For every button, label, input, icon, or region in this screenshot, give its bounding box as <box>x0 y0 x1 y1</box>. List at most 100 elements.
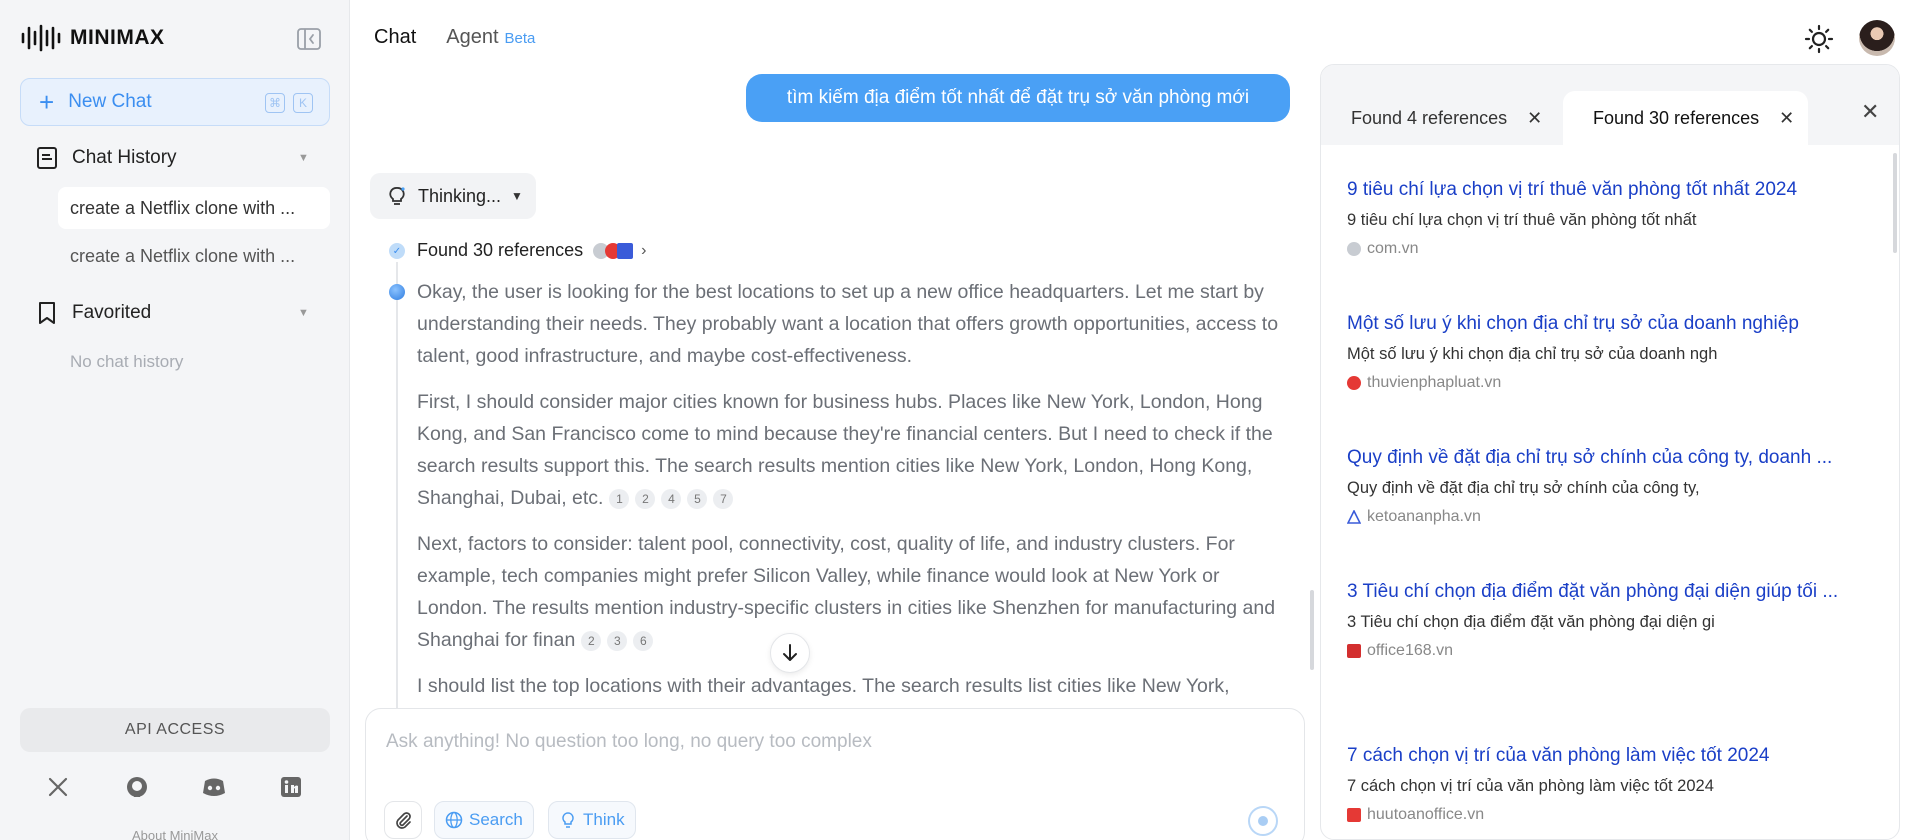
references-tabs: Found 4 references ✕ Found 30 references… <box>1321 65 1899 145</box>
new-chat-label: New Chat <box>68 91 152 112</box>
history-item[interactable]: create a Netflix clone with ... <box>58 235 330 277</box>
citation-badge[interactable]: 4 <box>661 488 682 509</box>
attach-button[interactable] <box>384 801 422 839</box>
x-icon[interactable] <box>43 772 73 802</box>
thinking-paragraph: Okay, the user is looking for the best l… <box>417 281 1279 367</box>
references-scrollbar[interactable] <box>1893 153 1897 253</box>
close-tab-icon[interactable]: ✕ <box>1779 108 1794 129</box>
reference-source: ketoananpha.vn <box>1346 508 1877 526</box>
reference-title-link[interactable]: Quy định về đặt địa chỉ trụ sở chính của… <box>1347 443 1877 473</box>
favicon-icon <box>1346 509 1362 524</box>
reference-title-link[interactable]: 3 Tiêu chí chọn địa điểm đặt văn phòng đ… <box>1347 577 1877 607</box>
reference-title-link[interactable]: 7 cách chọn vị trí của văn phòng làm việ… <box>1347 741 1877 771</box>
linkedin-icon[interactable] <box>276 772 306 802</box>
citation-badge[interactable]: 2 <box>635 488 656 509</box>
reference-item[interactable]: Một số lưu ý khi chọn địa chỉ trụ sở của… <box>1347 309 1877 392</box>
sidebar: MINIMAX + New Chat ⌘ K Chat History ▼ cr… <box>0 0 350 840</box>
theme-toggle-sun-icon[interactable] <box>1804 24 1834 54</box>
tab-references-4[interactable]: Found 4 references ✕ <box>1321 91 1556 145</box>
reference-item[interactable]: 7 cách chọn vị trí của văn phòng làm việ… <box>1347 741 1877 824</box>
reference-item[interactable]: 3 Tiêu chí chọn địa điểm đặt văn phòng đ… <box>1347 577 1877 660</box>
beta-badge: Beta <box>504 30 536 47</box>
reference-title-link[interactable]: Một số lưu ý khi chọn địa chỉ trụ sở của… <box>1347 309 1877 339</box>
history-item[interactable]: create a Netflix clone with ... <box>58 187 330 229</box>
favicon-icon <box>1347 376 1361 390</box>
thinking-toggle-button[interactable]: Thinking... ▼ <box>370 173 536 219</box>
chevron-down-icon: ▼ <box>511 189 523 203</box>
brand-name: MINIMAX <box>70 26 165 49</box>
send-button[interactable] <box>1248 806 1278 836</box>
user-avatar[interactable] <box>1859 20 1895 56</box>
github-icon[interactable] <box>122 772 152 802</box>
chat-input[interactable] <box>386 731 1266 753</box>
document-icon <box>37 147 57 169</box>
about-link[interactable]: About MiniMax <box>0 828 350 840</box>
reference-snippet: 9 tiêu chí lựa chọn vị trí thuê văn phòn… <box>1347 211 1697 229</box>
chat-input-box: Search Think <box>365 708 1305 840</box>
cmd-key-icon: ⌘ <box>265 93 285 113</box>
citation-badge[interactable]: 2 <box>581 630 602 651</box>
chevron-down-icon[interactable]: ▼ <box>298 307 309 319</box>
user-message-bubble: tìm kiếm địa điểm tốt nhất để đặt trụ sở… <box>746 74 1290 122</box>
source-favicon-icon <box>617 242 634 259</box>
reference-item[interactable]: Quy định về đặt địa chỉ trụ sở chính của… <box>1346 443 1877 526</box>
check-icon: ✓ <box>389 243 405 259</box>
bookmark-icon <box>39 302 55 324</box>
references-toggle[interactable]: Found 30 references › <box>417 240 646 261</box>
reference-source: office168.vn <box>1347 642 1877 660</box>
close-tab-icon[interactable]: ✕ <box>1527 108 1542 129</box>
plus-icon: + <box>39 87 55 117</box>
references-label: Found 30 references <box>417 240 584 260</box>
citation-badge[interactable]: 3 <box>607 630 628 651</box>
scroll-to-bottom-button[interactable] <box>770 633 810 673</box>
discord-icon[interactable] <box>199 772 229 802</box>
send-icon <box>1258 816 1268 826</box>
chevron-down-icon[interactable]: ▼ <box>298 152 309 164</box>
citation-badge[interactable]: 1 <box>609 488 630 509</box>
citation-badge[interactable]: 7 <box>713 488 734 509</box>
reference-item[interactable]: 9 tiêu chí lựa chọn vị trí thuê văn phòn… <box>1347 175 1877 258</box>
reference-snippet: 7 cách chọn vị trí của văn phòng làm việ… <box>1347 777 1714 795</box>
reference-snippet: Một số lưu ý khi chọn địa chỉ trụ sở của… <box>1347 345 1718 363</box>
k-key-icon: K <box>293 93 313 113</box>
globe-icon <box>445 811 463 829</box>
lightbulb-icon <box>389 187 405 205</box>
top-tabs: Chat Agent Beta <box>374 26 535 49</box>
citation-badge[interactable]: 5 <box>687 488 708 509</box>
tab-agent-label: Agent <box>446 26 499 48</box>
timeline-line <box>396 262 398 712</box>
arrow-down-icon <box>783 644 797 661</box>
new-chat-button[interactable]: + New Chat ⌘ K <box>20 78 330 126</box>
citation-badge[interactable]: 6 <box>633 630 654 651</box>
tab-agent[interactable]: Agent Beta <box>446 26 535 49</box>
chat-scrollbar[interactable] <box>1310 590 1314 670</box>
references-panel: Found 4 references ✕ Found 30 references… <box>1320 64 1900 840</box>
api-access-button[interactable]: API ACCESS <box>20 708 330 752</box>
close-panel-icon[interactable]: ✕ <box>1861 99 1879 125</box>
chat-history-title: Chat History <box>72 147 177 168</box>
reference-source: com.vn <box>1347 240 1877 258</box>
favorited-header[interactable]: Favorited ▼ <box>36 301 309 325</box>
thinking-label: Thinking... <box>418 185 502 206</box>
reference-snippet: Quy định về đặt địa chỉ trụ sở chính của… <box>1347 479 1700 497</box>
reference-snippet: 3 Tiêu chí chọn địa điểm đặt văn phòng đ… <box>1347 613 1715 631</box>
chat-history-header[interactable]: Chat History ▼ <box>36 146 309 170</box>
collapse-sidebar-icon[interactable] <box>296 26 322 52</box>
tab-chat[interactable]: Chat <box>374 26 416 49</box>
paperclip-icon <box>396 812 411 829</box>
progress-dot-icon <box>389 284 405 300</box>
search-toggle-label: Search <box>469 810 523 829</box>
tab-label: Found 30 references <box>1593 107 1760 128</box>
thinking-paragraph: First, I should consider major cities kn… <box>417 391 1273 509</box>
thinking-paragraph: Next, factors to consider: talent pool, … <box>417 533 1276 651</box>
thinking-content: Okay, the user is looking for the best l… <box>417 276 1289 716</box>
think-toggle-button[interactable]: Think <box>548 801 636 839</box>
search-toggle-button[interactable]: Search <box>434 801 534 839</box>
tab-references-30[interactable]: Found 30 references ✕ <box>1563 91 1809 145</box>
favorited-empty-note: No chat history <box>70 352 184 371</box>
tab-label: Found 4 references <box>1351 107 1508 128</box>
reference-title-link[interactable]: 9 tiêu chí lựa chọn vị trí thuê văn phòn… <box>1347 175 1877 205</box>
reference-source: huutoanoffice.vn <box>1347 806 1877 824</box>
thinking-paragraph: I should list the top locations with the… <box>417 675 1230 697</box>
brand-logo[interactable]: MINIMAX <box>20 22 165 54</box>
